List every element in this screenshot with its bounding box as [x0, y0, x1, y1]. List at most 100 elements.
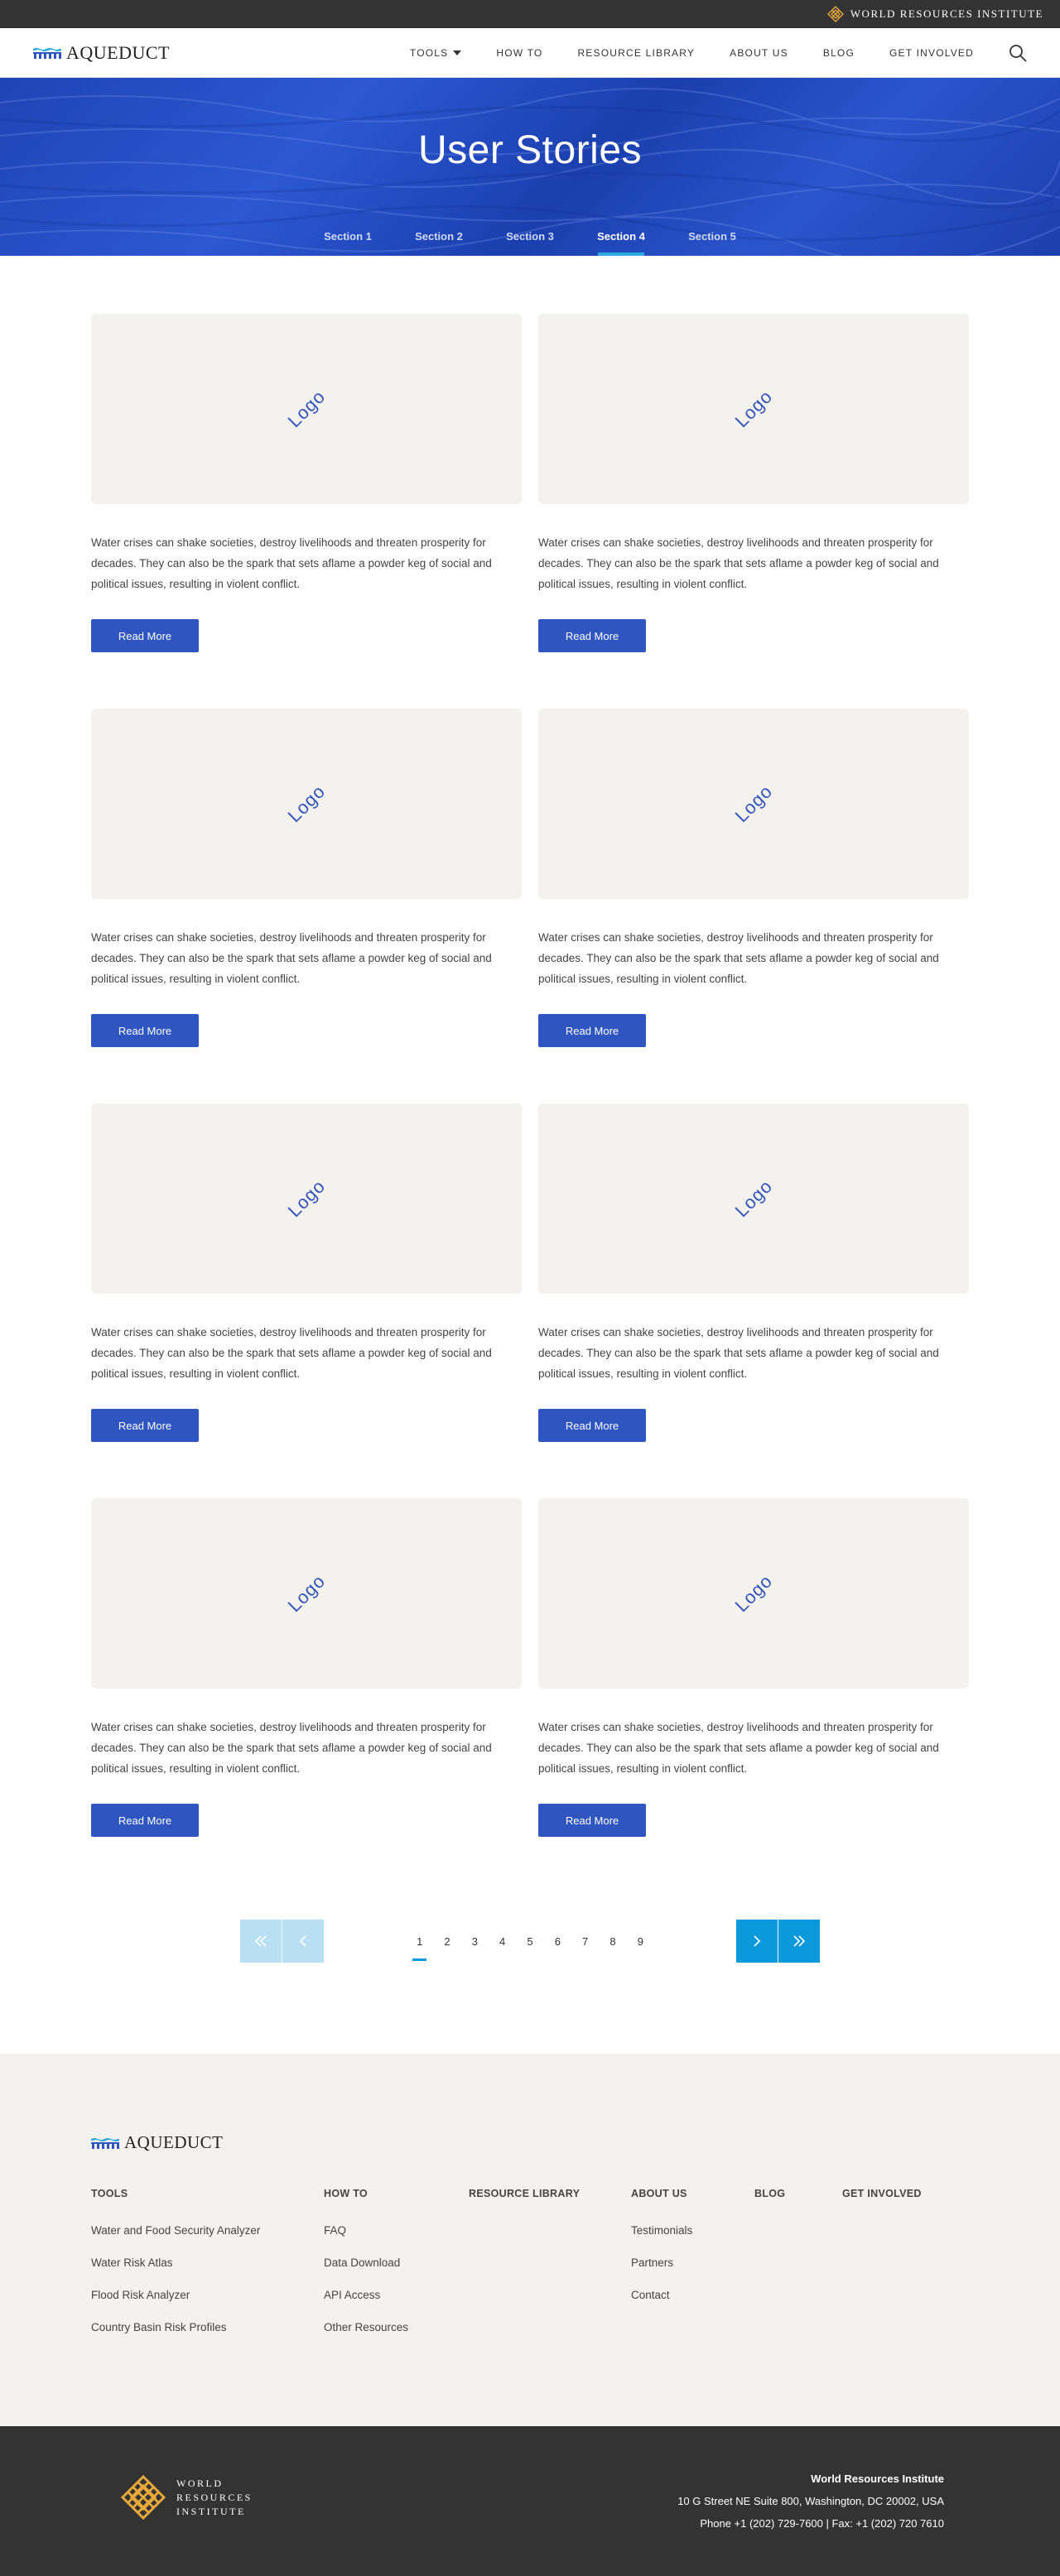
read-more-button[interactable]: Read More — [538, 1409, 646, 1442]
story-text: Water crises can shake societies, destro… — [538, 1326, 939, 1380]
contact-org: World Resources Institute — [811, 2473, 944, 2485]
footer-aqueduct-logo[interactable]: AQUEDUCT — [91, 2132, 969, 2153]
read-more-button[interactable]: Read More — [538, 1014, 646, 1047]
page-7[interactable]: 7 — [571, 1935, 599, 1948]
nav-blog-label: BLOG — [822, 46, 855, 59]
nav-tools[interactable]: TOOLS — [409, 46, 462, 59]
footer-link[interactable]: API Access — [324, 2289, 408, 2301]
chevron-left-icon — [299, 1935, 306, 1947]
story-logo: Logo — [730, 386, 777, 432]
page-4[interactable]: 4 — [489, 1935, 516, 1948]
story-card: Logo Water crises can shake societies, d… — [91, 709, 522, 1047]
footer-link[interactable]: Other Resources — [324, 2321, 408, 2333]
first-page-button[interactable] — [240, 1920, 282, 1963]
aqueduct-wave-icon — [33, 47, 61, 59]
page-3[interactable]: 3 — [461, 1935, 489, 1948]
wri-name-line-3: INSTITUTE — [176, 2505, 246, 2517]
page-5[interactable]: 5 — [516, 1935, 543, 1948]
search-icon[interactable] — [1009, 44, 1027, 62]
wri-name-line-1: WORLD — [176, 2477, 224, 2489]
next-page-button[interactable] — [736, 1920, 778, 1963]
footer-col-title[interactable]: BLOG — [754, 2188, 785, 2199]
page-6[interactable]: 6 — [544, 1935, 571, 1948]
footer-link[interactable]: Flood Risk Analyzer — [91, 2289, 260, 2301]
story-logo-placeholder: Logo — [538, 314, 969, 504]
last-page-button[interactable] — [778, 1920, 820, 1963]
prev-page-button[interactable] — [282, 1920, 324, 1963]
tab-section-5[interactable]: Section 5 — [667, 230, 758, 256]
nav-tools-label: TOOLS — [409, 46, 449, 59]
nav-get-involved[interactable]: GET INVOLVED — [889, 47, 974, 59]
story-card: Logo Water crises can shake societies, d… — [538, 709, 969, 1047]
footer-col-title[interactable]: HOW TO — [324, 2188, 408, 2199]
nav-how-to[interactable]: HOW TO — [496, 47, 542, 59]
read-more-button[interactable]: Read More — [538, 619, 646, 652]
nav-blog[interactable]: BLOG — [823, 47, 855, 59]
footer-col-title[interactable]: GET INVOLVED — [842, 2188, 922, 2199]
nav-resource-library-label: RESOURCE LIBRARY — [577, 46, 696, 59]
read-more-button[interactable]: Read More — [91, 1804, 199, 1837]
wri-name-line-2: RESOURCES — [176, 2491, 253, 2503]
story-logo-placeholder: Logo — [91, 709, 522, 899]
read-more-button[interactable]: Read More — [91, 619, 199, 652]
wri-label: WORLD RESOURCES INSTITUTE — [850, 7, 1043, 20]
story-text: Water crises can shake societies, destro… — [538, 536, 939, 590]
wri-name: WORLD RESOURCES INSTITUTE — [176, 2477, 253, 2519]
page-2[interactable]: 2 — [433, 1935, 460, 1948]
footer-col-title[interactable]: ABOUT US — [631, 2188, 692, 2199]
story-text: Water crises can shake societies, destro… — [91, 1326, 492, 1380]
read-more-button[interactable]: Read More — [91, 1014, 199, 1047]
story-logo: Logo — [283, 781, 330, 827]
footer-link[interactable]: Testimonials — [631, 2224, 692, 2237]
story-logo-placeholder: Logo — [538, 1103, 969, 1294]
wri-link[interactable]: WORLD RESOURCES INSTITUTE — [826, 6, 1043, 22]
tab-section-4[interactable]: Section 4 — [576, 230, 667, 256]
story-card: Logo Water crises can shake societies, d… — [538, 1103, 969, 1442]
footer-col-get-involved: GET INVOLVED — [842, 2188, 922, 2199]
footer-link[interactable]: Water and Food Security Analyzer — [91, 2224, 260, 2237]
story-card: Logo Water crises can shake societies, d… — [91, 1498, 522, 1837]
page-8[interactable]: 8 — [599, 1935, 626, 1948]
footer-link[interactable]: Partners — [631, 2256, 692, 2269]
nav-resource-library[interactable]: RESOURCE LIBRARY — [577, 47, 695, 59]
footer-link[interactable]: Data Download — [324, 2256, 408, 2269]
story-logo: Logo — [283, 386, 330, 432]
story-card: Logo Water crises can shake societies, d… — [91, 1103, 522, 1442]
stories-grid: Logo Water crises can shake societies, d… — [91, 314, 969, 1837]
footer-link[interactable]: Country Basin Risk Profiles — [91, 2321, 260, 2333]
story-card: Logo Water crises can shake societies, d… — [538, 1498, 969, 1837]
footer-link[interactable]: Water Risk Atlas — [91, 2256, 260, 2269]
page-1[interactable]: 1 — [406, 1935, 433, 1961]
footer-link[interactable]: FAQ — [324, 2224, 408, 2237]
story-logo-placeholder: Logo — [91, 314, 522, 504]
footer-col-title[interactable]: TOOLS — [91, 2188, 260, 2199]
tab-section-3[interactable]: Section 3 — [484, 230, 576, 256]
story-logo: Logo — [730, 781, 777, 827]
footer-col-how-to: HOW TO FAQ Data Download API Access Othe… — [324, 2188, 408, 2333]
read-more-button[interactable]: Read More — [538, 1804, 646, 1837]
nav-about-us[interactable]: ABOUT US — [730, 47, 788, 59]
aqueduct-logo[interactable]: AQUEDUCT — [33, 42, 170, 64]
contact-info: World Resources Institute 10 G Street NE… — [677, 2468, 944, 2535]
read-more-button[interactable]: Read More — [91, 1409, 199, 1442]
wri-logo[interactable]: WORLD RESOURCES INSTITUTE — [120, 2474, 253, 2521]
nav-about-us-label: ABOUT US — [730, 46, 788, 59]
contact-phone: Phone +1 (202) 729-7600 | Fax: +1 (202) … — [700, 2517, 944, 2530]
footer-col-tools: TOOLS Water and Food Security Analyzer W… — [91, 2188, 260, 2333]
tab-section-1[interactable]: Section 1 — [302, 230, 393, 256]
story-text: Water crises can shake societies, destro… — [538, 931, 939, 985]
double-chevron-left-icon — [254, 1935, 267, 1947]
footer-links-area: AQUEDUCT TOOLS Water and Food Security A… — [0, 2054, 1060, 2426]
nav-get-involved-label: GET INVOLVED — [889, 46, 974, 59]
footer-link[interactable]: Contact — [631, 2289, 692, 2301]
caret-down-icon — [453, 50, 462, 55]
story-card: Logo Water crises can shake societies, d… — [91, 314, 522, 652]
footer-brand-name: AQUEDUCT — [124, 2132, 224, 2152]
tab-section-2[interactable]: Section 2 — [393, 230, 484, 256]
story-logo: Logo — [730, 1570, 777, 1617]
page-9[interactable]: 9 — [627, 1935, 654, 1948]
brand-name: AQUEDUCT — [66, 41, 170, 63]
story-card: Logo Water crises can shake societies, d… — [538, 314, 969, 652]
footer-col-title[interactable]: RESOURCE LIBRARY — [469, 2188, 580, 2199]
story-text: Water crises can shake societies, destro… — [91, 931, 492, 985]
